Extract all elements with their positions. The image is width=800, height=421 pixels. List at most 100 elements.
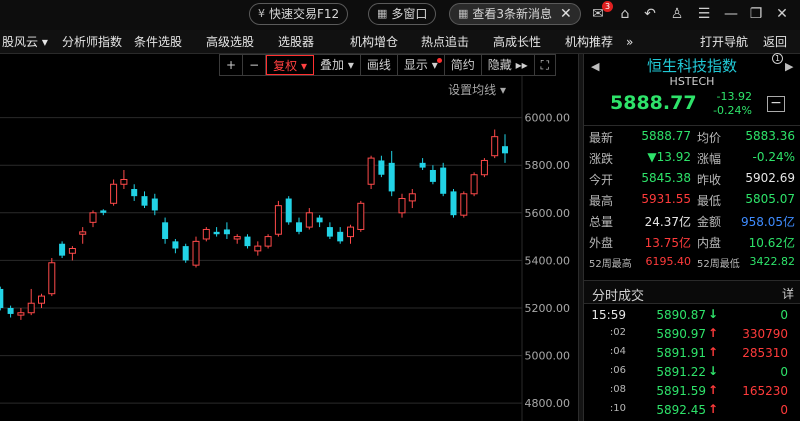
new-messages-button[interactable]: ▦ 查看3条新消息 ✕: [449, 3, 581, 25]
candle[interactable]: [68, 246, 76, 261]
candle[interactable]: [100, 209, 107, 216]
candle[interactable]: [296, 217, 302, 235]
ticks-detail-button[interactable]: 详: [782, 285, 794, 302]
fullscreen-button[interactable]: ⛶: [535, 55, 555, 75]
overlay-button[interactable]: 叠加 ▾: [314, 55, 361, 75]
tick-time: :10: [609, 403, 626, 414]
home-icon[interactable]: ⌂: [615, 4, 635, 24]
skin-icon[interactable]: ♙: [667, 4, 687, 24]
candle[interactable]: [347, 224, 354, 244]
candle[interactable]: [337, 227, 344, 244]
zoom-in-button[interactable]: +: [220, 55, 244, 75]
candle[interactable]: [131, 184, 138, 201]
candle[interactable]: [192, 236, 200, 268]
candle[interactable]: [429, 165, 436, 185]
menu-icon[interactable]: ☰: [694, 4, 714, 24]
display-button[interactable]: 显示 ▾: [398, 55, 445, 75]
candle[interactable]: [367, 155, 375, 190]
candle[interactable]: [388, 150, 395, 197]
candle[interactable]: [38, 293, 45, 308]
candle[interactable]: [89, 210, 97, 228]
quick-trade-button[interactable]: ¥ 快速交易F12: [249, 3, 349, 25]
menu-inst-recommend[interactable]: 机构推荐: [565, 30, 613, 54]
close-icon[interactable]: ✕: [560, 4, 572, 24]
close-window-icon[interactable]: ✕: [772, 4, 792, 24]
candle[interactable]: [0, 286, 4, 311]
candle-body: [285, 198, 292, 223]
candle[interactable]: [48, 258, 56, 297]
candle[interactable]: [79, 227, 87, 244]
minimize-icon[interactable]: —: [721, 4, 741, 24]
candle[interactable]: [398, 193, 406, 218]
maximize-icon[interactable]: ❐: [746, 4, 766, 24]
candle[interactable]: [491, 129, 499, 159]
candle[interactable]: [440, 162, 447, 197]
menu-back[interactable]: 返回: [763, 30, 787, 54]
candle[interactable]: [120, 169, 128, 190]
candle[interactable]: [408, 189, 416, 209]
menu-analyst-index[interactable]: 分析师指数: [62, 30, 122, 54]
menu-inst-increase[interactable]: 机构增仓: [350, 30, 398, 54]
candle[interactable]: [305, 208, 313, 230]
candle[interactable]: [316, 215, 323, 228]
candle[interactable]: [151, 193, 158, 216]
candle-body: [408, 193, 416, 202]
kline-chart[interactable]: 设置均线 ▾ 6000.00 5800.00 5600.00 5400.00 5200.…: [0, 76, 578, 421]
candle[interactable]: [264, 234, 272, 249]
candle[interactable]: [27, 288, 35, 316]
grid-icon: ▦: [458, 7, 469, 20]
candle[interactable]: [470, 172, 478, 197]
yuan-icon: ¥: [258, 7, 265, 20]
candle[interactable]: [502, 134, 508, 163]
candle[interactable]: [59, 241, 66, 259]
candle[interactable]: [480, 158, 488, 178]
candle[interactable]: [357, 200, 365, 232]
candle[interactable]: [450, 189, 457, 218]
menu-high-growth[interactable]: 高成长性: [493, 30, 541, 54]
hide-button[interactable]: 隐藏 ▸▸: [482, 55, 535, 75]
candle[interactable]: [460, 191, 468, 218]
candle[interactable]: [141, 191, 148, 209]
candle[interactable]: [223, 222, 230, 239]
candle[interactable]: [254, 241, 262, 256]
candle[interactable]: [213, 227, 220, 237]
candle[interactable]: [326, 222, 333, 239]
menu-condition-pick[interactable]: 条件选股: [134, 30, 182, 54]
next-arrow-icon[interactable]: ▶: [785, 60, 793, 73]
overlay-label: 叠加: [319, 58, 344, 72]
candle[interactable]: [162, 217, 169, 244]
candle[interactable]: [285, 196, 292, 225]
menu-hotspot[interactable]: 热点追击: [421, 30, 469, 54]
multi-window-button[interactable]: ▦ 多窗口: [368, 3, 437, 25]
candle[interactable]: [17, 307, 25, 320]
menu-more[interactable]: »: [626, 30, 633, 54]
simple-button[interactable]: 简约: [445, 55, 482, 75]
collapse-button[interactable]: −: [767, 96, 785, 112]
back-icon[interactable]: ↶: [640, 4, 660, 24]
candle[interactable]: [172, 238, 179, 254]
menu-gufengyun[interactable]: 股风云 ▾: [2, 30, 48, 54]
menu-open-nav[interactable]: 打开导航: [700, 30, 748, 54]
zoom-out-button[interactable]: −: [243, 55, 267, 75]
candle[interactable]: [419, 158, 426, 170]
menu-stock-picker[interactable]: 选股器: [278, 30, 314, 54]
tick-row: 15:59 5890.87 ↓ 0: [584, 306, 800, 325]
menu-advanced-pick[interactable]: 高级选股: [206, 30, 254, 54]
candle[interactable]: [233, 234, 241, 244]
candle[interactable]: [244, 234, 251, 249]
candle[interactable]: [7, 305, 14, 318]
quote-panel: ◀ 恒生科技指数 ▶ 1 HSTECH 5888.77 -13.92 -0.24…: [584, 53, 800, 421]
ma-setting-button[interactable]: 设置均线 ▾: [448, 81, 506, 98]
candle-body: [367, 157, 375, 185]
candle[interactable]: [182, 243, 189, 263]
drawline-button[interactable]: 画线: [361, 55, 398, 75]
candle-body: [502, 146, 508, 154]
candle[interactable]: [110, 179, 118, 206]
candle[interactable]: [202, 227, 210, 242]
fuquan-button[interactable]: 复权 ▾: [266, 55, 314, 75]
arrow-down-icon: ↓: [708, 307, 719, 321]
candle[interactable]: [274, 200, 282, 237]
candle[interactable]: [378, 155, 385, 178]
y-tick-label: 5400.00: [525, 254, 571, 267]
info-icon[interactable]: 1: [772, 53, 783, 64]
